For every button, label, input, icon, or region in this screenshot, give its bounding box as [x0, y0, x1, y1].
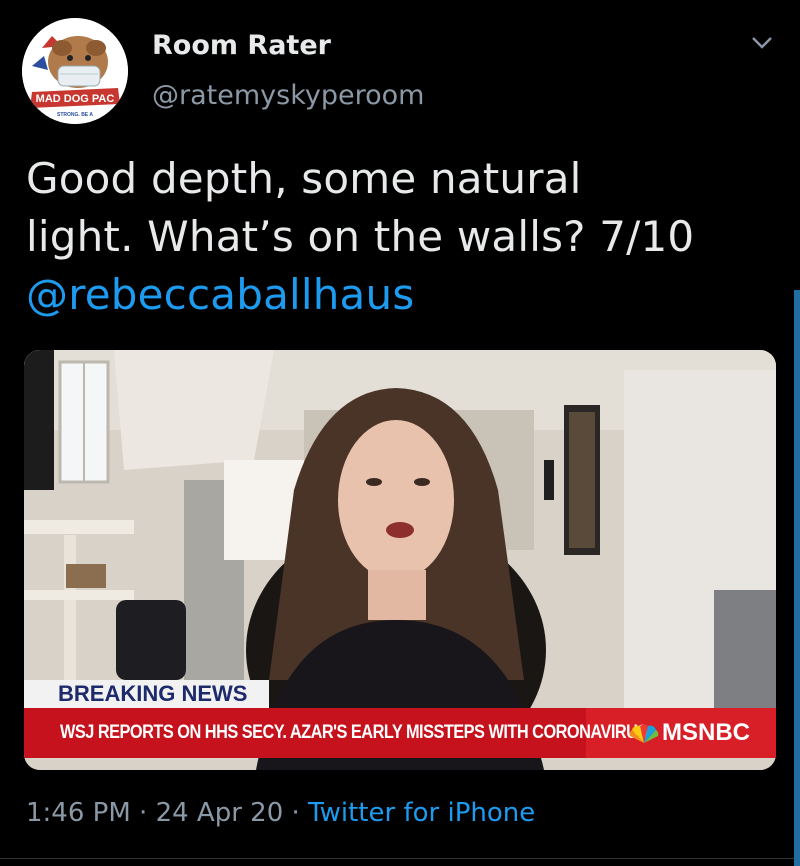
logo-text: MAD DOG PAC — [36, 93, 115, 105]
tweet-media-image[interactable]: BREAKING NEWS WSJ REPORTS ON HHS SECY. A… — [24, 350, 776, 770]
scrollbar[interactable] — [794, 290, 800, 866]
display-name[interactable]: Room Rater — [152, 30, 331, 61]
logo-subtext: STRONG. BE A — [57, 112, 93, 118]
tweet-text-line2: light. What’s on the walls? 7/10 — [26, 212, 695, 261]
tweet-footer: 1:46 PM · 24 Apr 20 · Twitter for iPhone — [26, 798, 535, 828]
user-handle[interactable]: @ratemyskyperoom — [152, 80, 424, 111]
separator-dot-2: · — [283, 798, 309, 828]
tweet-header: MAD DOG PAC STRONG. BE A Room Rater @rat… — [0, 0, 800, 140]
divider — [0, 858, 794, 859]
network-logo: MSNBC — [628, 716, 750, 750]
mention-link[interactable]: @rebeccaballhaus — [26, 266, 766, 324]
tweet-text: Good depth, some natural light. What’s o… — [26, 150, 766, 324]
network-name: MSNBC — [662, 719, 750, 746]
tweet-source-link[interactable]: Twitter for iPhone — [308, 798, 535, 828]
tweet-time[interactable]: 1:46 PM — [26, 798, 131, 828]
tweet-date[interactable]: 24 Apr 20 — [156, 798, 284, 828]
mad-dog-pac-logo: MAD DOG PAC STRONG. BE A — [22, 18, 128, 124]
chevron-down-icon[interactable] — [750, 34, 774, 52]
news-ticker: WSJ REPORTS ON HHS SECY. AZAR'S EARLY MI… — [24, 708, 776, 758]
breaking-news-label: BREAKING NEWS — [24, 680, 270, 708]
separator-dot: · — [130, 798, 156, 828]
ticker-headline: WSJ REPORTS ON HHS SECY. AZAR'S EARLY MI… — [60, 722, 648, 743]
tweet-text-line1: Good depth, some natural — [26, 154, 582, 203]
avatar[interactable]: MAD DOG PAC STRONG. BE A — [22, 18, 128, 124]
peacock-icon — [629, 724, 659, 743]
